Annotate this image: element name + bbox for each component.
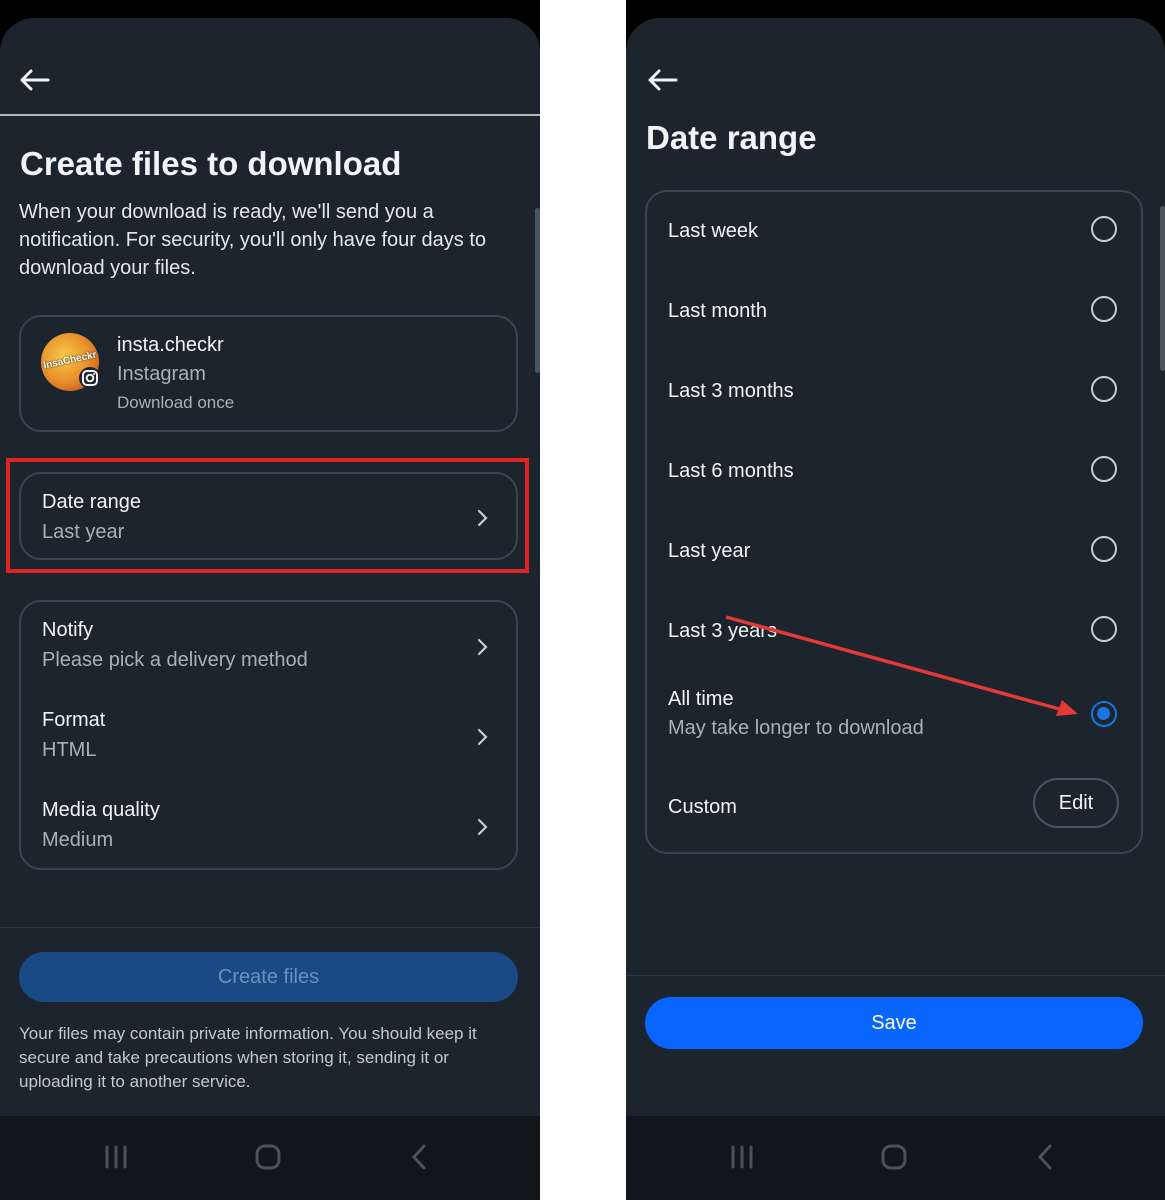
radio-button[interactable] bbox=[1091, 376, 1117, 402]
format-title: Format bbox=[42, 709, 106, 731]
notify-row[interactable]: Notify Please pick a delivery method bbox=[21, 602, 516, 692]
radio-button[interactable] bbox=[1091, 616, 1117, 642]
notify-value: Please pick a delivery method bbox=[42, 649, 308, 671]
option-label: Last year bbox=[668, 540, 751, 562]
option-last-month[interactable]: Last month bbox=[647, 272, 1141, 352]
media-quality-value: Medium bbox=[42, 829, 114, 851]
option-label: Last month bbox=[668, 300, 767, 322]
system-back-icon[interactable] bbox=[1031, 1142, 1061, 1172]
edit-button[interactable]: Edit bbox=[1033, 778, 1119, 828]
option-label: Last week bbox=[668, 220, 759, 242]
download-frequency: Download once bbox=[117, 393, 235, 412]
radio-button[interactable] bbox=[1091, 216, 1117, 242]
chevron-right-icon bbox=[477, 818, 488, 836]
phone-left: Create files to download When your downl… bbox=[0, 0, 540, 1200]
recent-apps-icon[interactable] bbox=[727, 1142, 757, 1172]
system-nav-bar bbox=[626, 1116, 1165, 1200]
media-quality-title: Media quality bbox=[42, 799, 160, 821]
date-range-options-card: Last week Last month Last 3 months Last … bbox=[645, 190, 1143, 854]
media-quality-row[interactable]: Media quality Medium bbox=[21, 782, 516, 872]
system-nav-bar bbox=[0, 1116, 540, 1200]
date-range-screen: Date range Last week Last month Last 3 m… bbox=[626, 18, 1165, 1116]
phone-right: Date range Last week Last month Last 3 m… bbox=[626, 0, 1165, 1200]
recent-apps-icon[interactable] bbox=[101, 1142, 131, 1172]
highlight-box bbox=[6, 458, 529, 573]
scrollbar[interactable] bbox=[535, 208, 540, 373]
chevron-right-icon bbox=[477, 638, 488, 656]
radio-button[interactable] bbox=[1091, 536, 1117, 562]
footer-divider bbox=[626, 975, 1165, 976]
option-last-week[interactable]: Last week bbox=[647, 192, 1141, 272]
home-icon[interactable] bbox=[879, 1142, 909, 1172]
back-arrow-icon[interactable] bbox=[646, 68, 678, 92]
chevron-right-icon bbox=[477, 728, 488, 746]
option-label: Last 3 months bbox=[668, 380, 794, 402]
radio-button-selected[interactable] bbox=[1091, 701, 1117, 727]
radio-button[interactable] bbox=[1091, 296, 1117, 322]
option-last-3-months[interactable]: Last 3 months bbox=[647, 352, 1141, 432]
option-label: All time bbox=[668, 688, 734, 710]
home-icon[interactable] bbox=[253, 1142, 283, 1172]
format-value: HTML bbox=[42, 739, 97, 761]
page-title: Date range bbox=[646, 119, 817, 156]
custom-label: Custom bbox=[668, 796, 737, 818]
privacy-footnote: Your files may contain private informati… bbox=[19, 1024, 477, 1091]
format-row[interactable]: Format HTML bbox=[21, 692, 516, 782]
option-all-time[interactable]: All time May take longer to download bbox=[647, 672, 1141, 762]
scrollbar[interactable] bbox=[1160, 206, 1165, 371]
system-back-icon[interactable] bbox=[405, 1142, 435, 1172]
account-card: InsaCheckr insta.checkr Instagram Downlo… bbox=[19, 315, 518, 432]
option-last-3-years[interactable]: Last 3 years bbox=[647, 592, 1141, 672]
option-custom: Custom Edit bbox=[647, 772, 1141, 848]
notify-title: Notify bbox=[42, 619, 94, 641]
option-last-6-months[interactable]: Last 6 months bbox=[647, 432, 1141, 512]
header-divider bbox=[0, 114, 540, 116]
radio-button[interactable] bbox=[1091, 456, 1117, 482]
option-last-year[interactable]: Last year bbox=[647, 512, 1141, 592]
option-label: Last 6 months bbox=[668, 460, 794, 482]
page-title: Create files to download bbox=[20, 145, 402, 182]
settings-card: Notify Please pick a delivery method For… bbox=[19, 600, 518, 870]
create-files-button[interactable]: Create files bbox=[19, 952, 518, 1002]
account-platform: Instagram bbox=[117, 363, 206, 385]
save-button[interactable]: Save bbox=[645, 997, 1143, 1049]
back-arrow-icon[interactable] bbox=[18, 68, 50, 92]
instagram-icon bbox=[79, 367, 101, 389]
account-name: insta.checkr bbox=[117, 334, 224, 356]
option-sublabel: May take longer to download bbox=[668, 717, 924, 739]
page-description: When your download is ready, we'll send … bbox=[19, 201, 487, 279]
footer-divider bbox=[0, 927, 540, 928]
option-label: Last 3 years bbox=[668, 620, 777, 642]
